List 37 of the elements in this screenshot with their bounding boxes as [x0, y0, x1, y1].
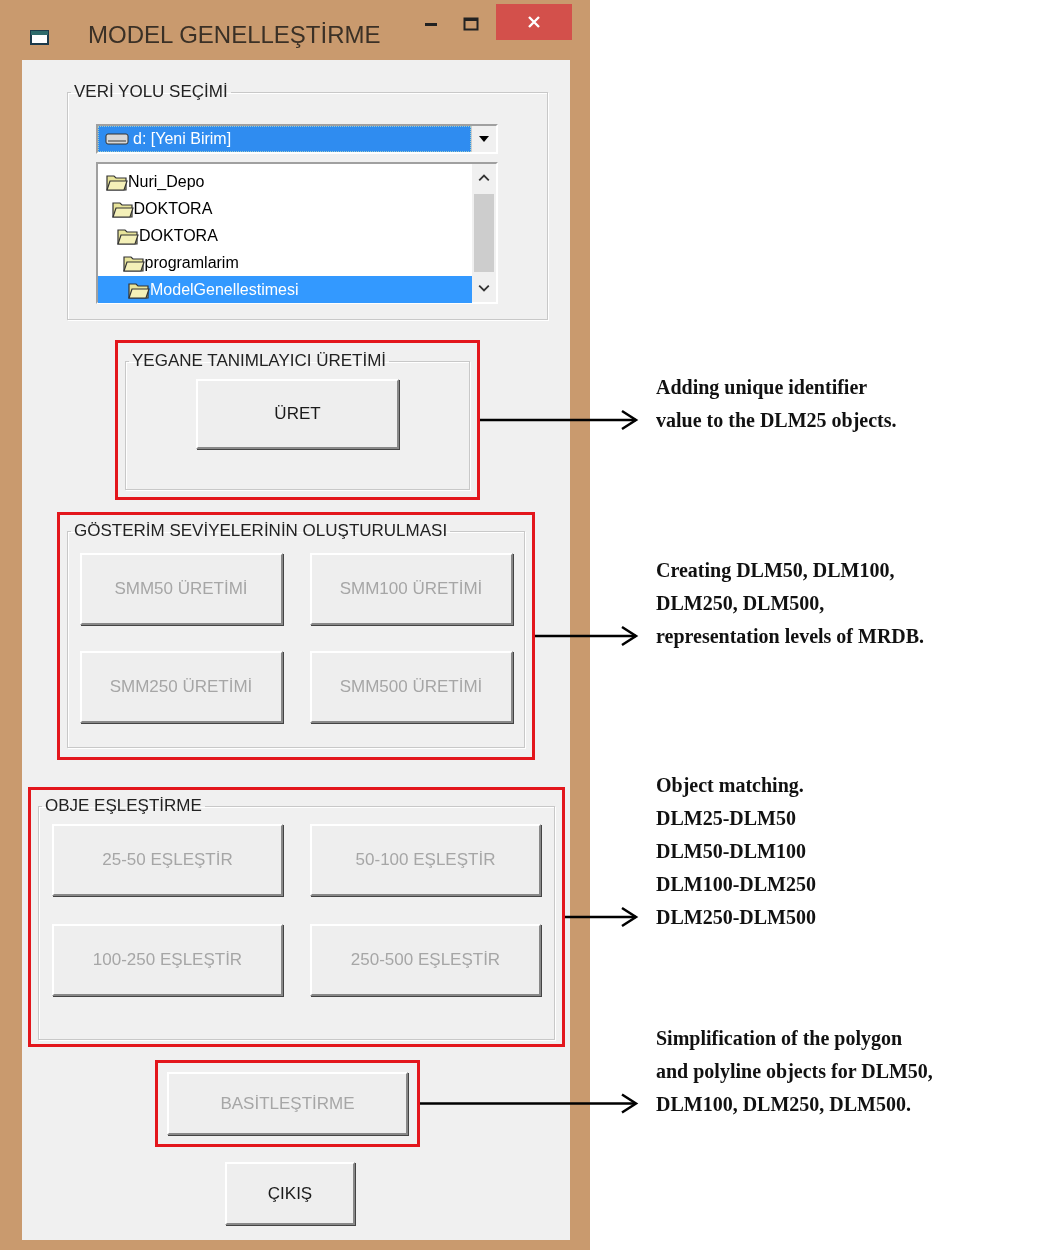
folder-item[interactable]: programlarim — [98, 249, 472, 276]
drive-value: d: [Yeni Birim] — [133, 130, 232, 148]
folder-item[interactable]: DOKTORA — [98, 195, 472, 222]
drive-icon — [105, 133, 129, 145]
window-title: MODEL GENELLEŞTİRME — [88, 21, 382, 49]
button: SMM50 ÜRETİMİ — [79, 553, 283, 625]
button: 50-100 EŞLEŞTİR — [310, 824, 541, 896]
annotation-text: Object matching. DLM25-DLM50 DLM50-DLM100 DLM100-DLM250 DLM250-DLM500 — [656, 773, 816, 930]
close-icon — [527, 15, 541, 29]
button: 25-50 EŞLEŞTİR — [52, 824, 283, 896]
button: BASİTLEŞTİRME — [167, 1072, 408, 1135]
folder-icon — [122, 253, 145, 272]
chevron-up-icon[interactable] — [478, 174, 490, 182]
annotation-text: Simplification of the polygon and polyline objects for DLM50, DLM100, DLM250, DLM500. — [656, 1025, 933, 1117]
folder-icon — [106, 172, 128, 191]
folder-icon — [111, 199, 134, 218]
button[interactable]: ÜRET — [196, 379, 399, 449]
button: 100-250 EŞLEŞTİR — [52, 924, 283, 996]
window-icon — [30, 30, 50, 46]
folder-icon — [128, 280, 150, 299]
group-label: VERİ YOLU SEÇİMİ — [73, 82, 229, 102]
button[interactable]: ÇIKIŞ — [225, 1162, 355, 1225]
scrollbar[interactable] — [472, 164, 496, 302]
maximize-icon — [463, 17, 479, 31]
folder-item[interactable]: Nuri_Depo — [98, 168, 472, 195]
annotation-text: Adding unique identifier value to the DLM25 objects. — [656, 375, 897, 434]
annotation-text: Creating DLM50, DLM100, DLM250, DLM500, representation levels of MRDB. — [656, 558, 925, 650]
folder-item[interactable]: DOKTORA — [98, 222, 472, 249]
group-label: OBJE EŞLEŞTİRME — [44, 796, 203, 816]
chevron-down-icon[interactable] — [478, 284, 490, 292]
folder-icon — [117, 226, 139, 245]
button: 250-500 EŞLEŞTİR — [310, 924, 541, 996]
group-label: YEGANE TANIMLAYICI ÜRETİMİ — [131, 351, 388, 371]
group-label: GÖSTERİM SEVİYELERİNİN OLUŞTURULMASI — [73, 521, 449, 541]
button: SMM250 ÜRETİMİ — [79, 651, 283, 723]
button: SMM500 ÜRETİMİ — [309, 651, 513, 723]
button: SMM100 ÜRETİMİ — [309, 553, 513, 625]
